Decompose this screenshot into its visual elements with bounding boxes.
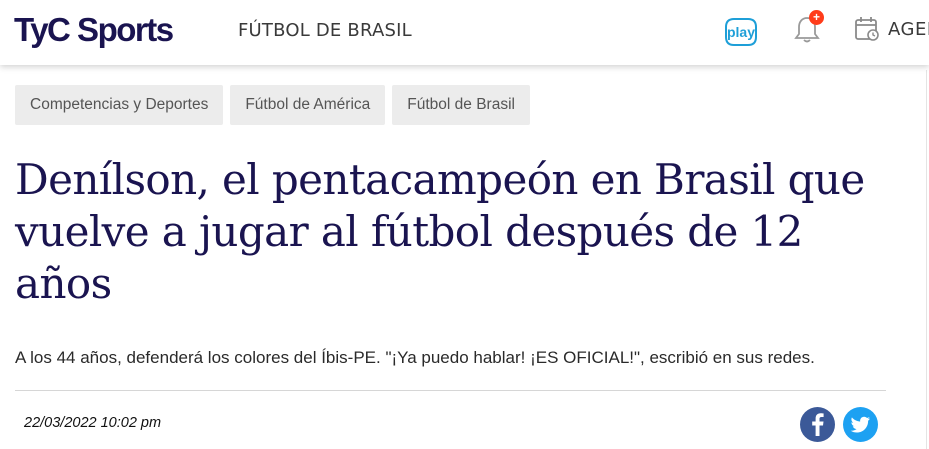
breadcrumb-futbol-america[interactable]: Fútbol de América <box>230 85 386 125</box>
agenda-label: AGEN <box>888 18 929 40</box>
breadcrumb-futbol-brasil[interactable]: Fútbol de Brasil <box>392 85 530 125</box>
breadcrumb: Competencias y Deportes Fútbol de Améric… <box>15 85 530 125</box>
article-date: 22/03/2022 10:02 pm <box>24 415 162 431</box>
article-summary: A los 44 años, defenderá los colores del… <box>15 348 815 367</box>
right-divider <box>926 70 927 449</box>
divider <box>15 390 886 391</box>
calendar-icon <box>855 17 879 41</box>
facebook-icon <box>812 413 824 436</box>
play-logo-icon: play <box>725 18 757 46</box>
section-title[interactable]: FÚTBOL DE BRASIL <box>238 20 412 41</box>
agenda-button[interactable]: AGEN <box>854 14 929 44</box>
play-label: play <box>727 24 755 40</box>
notification-badge: + <box>809 10 824 25</box>
play-button[interactable]: play <box>722 13 760 51</box>
twitter-icon <box>850 416 870 433</box>
site-header: TyC Sports FÚTBOL DE BRASIL play + AGEN <box>0 0 929 65</box>
article-headline: Denílson, el pentacampeón en Brasil que … <box>15 155 865 308</box>
tyc-sports-logo[interactable]: TyC Sports <box>14 12 174 48</box>
breadcrumb-competencias[interactable]: Competencias y Deportes <box>15 85 224 125</box>
facebook-share-button[interactable] <box>800 407 835 442</box>
twitter-share-button[interactable] <box>843 407 878 442</box>
